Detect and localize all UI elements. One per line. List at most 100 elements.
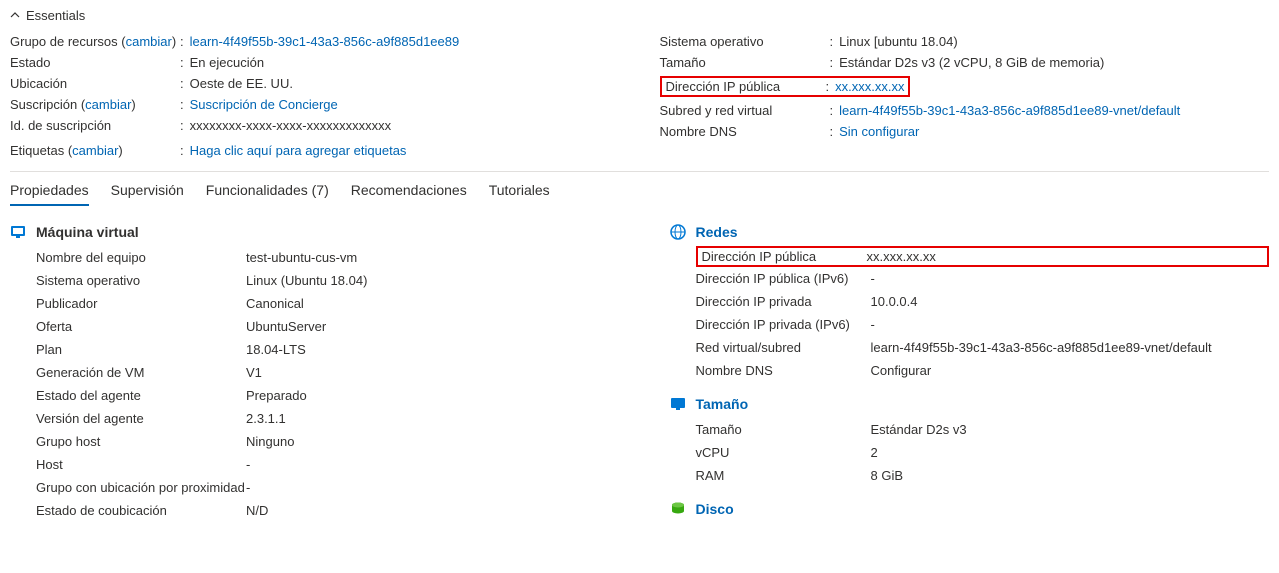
vm-section-header: Máquina virtual xyxy=(10,224,610,240)
net-dns-label: Nombre DNS xyxy=(696,363,871,378)
plan-row: Plan18.04-LTS xyxy=(10,338,610,361)
public-ip-value[interactable]: xx.xxx.xx.xx xyxy=(835,79,904,94)
computer-name-value: test-ubuntu-cus-vm xyxy=(246,250,610,265)
tabs: Propiedades Supervisión Funcionalidades … xyxy=(10,172,1269,206)
tab-recommendations[interactable]: Recomendaciones xyxy=(351,182,467,206)
subscription-id-row: Id. de suscripción : xxxxxxxx-xxxx-xxxx-… xyxy=(10,115,620,136)
net-private-ip-v6-row: Dirección IP privada (IPv6)- xyxy=(670,313,1270,336)
net-public-ip-row: Dirección IP pública xx.xxx.xx.xx xyxy=(670,246,1270,267)
offer-label: Oferta xyxy=(36,319,246,334)
public-ip-label: Dirección IP pública xyxy=(666,79,826,94)
essentials-toggle[interactable]: Essentials xyxy=(10,8,1269,27)
subscription-row: Suscripción (cambiar) : Suscripción de C… xyxy=(10,94,620,115)
host-value: - xyxy=(246,457,610,472)
network-section-header: Redes xyxy=(670,224,1270,240)
essentials-panel: Grupo de recursos (cambiar) : learn-4f49… xyxy=(10,27,1269,167)
agent-state-label: Estado del agente xyxy=(36,388,246,403)
host-group-row: Grupo hostNinguno xyxy=(10,430,610,453)
tab-tutorials[interactable]: Tutoriales xyxy=(489,182,550,206)
agent-version-label: Versión del agente xyxy=(36,411,246,426)
size-value: Estándar D2s v3 (2 vCPU, 8 GiB de memori… xyxy=(839,55,1269,70)
disk-icon xyxy=(670,501,686,517)
size-section-title[interactable]: Tamaño xyxy=(696,396,749,412)
os-label: Sistema operativo xyxy=(660,34,830,49)
vm-gen-value: V1 xyxy=(246,365,610,380)
net-vnet-subnet-row: Red virtual/subredlearn-4f49f55b-39c1-43… xyxy=(670,336,1270,359)
colocation-status-label: Estado de coubicación xyxy=(36,503,246,518)
os-value: Linux [ubuntu 18.04) xyxy=(839,34,1269,49)
resource-group-change-link[interactable]: cambiar xyxy=(126,34,172,49)
network-icon xyxy=(670,224,686,240)
subscription-value[interactable]: Suscripción de Concierge xyxy=(190,97,620,112)
proximity-group-label: Grupo con ubicación por proximidad xyxy=(36,480,246,495)
tags-change-link[interactable]: cambiar xyxy=(72,143,118,158)
vm-gen-label: Generación de VM xyxy=(36,365,246,380)
tab-capabilities[interactable]: Funcionalidades (7) xyxy=(206,182,329,206)
vm-os-row: Sistema operativoLinux (Ubuntu 18.04) xyxy=(10,269,610,292)
tab-properties[interactable]: Propiedades xyxy=(10,182,89,206)
status-label: Estado xyxy=(10,55,180,70)
publisher-row: PublicadorCanonical xyxy=(10,292,610,315)
colocation-status-value: N/D xyxy=(246,503,610,518)
resource-group-value[interactable]: learn-4f49f55b-39c1-43a3-856c-a9f885d1ee… xyxy=(190,34,620,49)
sz-ram-row: RAM8 GiB xyxy=(670,464,1270,487)
size-row: Tamaño : Estándar D2s v3 (2 vCPU, 8 GiB … xyxy=(660,52,1270,73)
disk-section-header: Disco xyxy=(670,501,1270,517)
publisher-label: Publicador xyxy=(36,296,246,311)
essentials-right-column: Sistema operativo : Linux [ubuntu 18.04)… xyxy=(660,31,1270,161)
essentials-left-column: Grupo de recursos (cambiar) : learn-4f49… xyxy=(10,31,620,161)
subscription-id-label: Id. de suscripción xyxy=(10,118,180,133)
vm-section-title: Máquina virtual xyxy=(36,224,139,240)
resource-group-label: Grupo de recursos xyxy=(10,34,118,49)
public-ip-row: Dirección IP pública : xx.xxx.xx.xx xyxy=(660,73,1270,100)
proximity-group-row: Grupo con ubicación por proximidad- xyxy=(10,476,610,499)
subnet-vnet-row: Subred y red virtual : learn-4f49f55b-39… xyxy=(660,100,1270,121)
host-group-value[interactable]: Ninguno xyxy=(246,434,610,449)
net-private-ip-v6-value: - xyxy=(871,317,1270,332)
sz-vcpu-row: vCPU2 xyxy=(670,441,1270,464)
plan-value: 18.04-LTS xyxy=(246,342,610,357)
vm-icon xyxy=(10,224,26,240)
location-label: Ubicación xyxy=(10,76,180,91)
os-row: Sistema operativo : Linux [ubuntu 18.04) xyxy=(660,31,1270,52)
net-public-ip-label: Dirección IP pública xyxy=(702,249,867,264)
subscription-label: Suscripción xyxy=(10,97,77,112)
subscription-change-link[interactable]: cambiar xyxy=(85,97,131,112)
properties-right: Redes Dirección IP pública xx.xxx.xx.xx … xyxy=(670,224,1270,523)
net-private-ip-v6-label: Dirección IP privada (IPv6) xyxy=(696,317,871,332)
size-label: Tamaño xyxy=(660,55,830,70)
proximity-group-value: - xyxy=(246,480,610,495)
dns-value[interactable]: Sin configurar xyxy=(839,124,1269,139)
net-vnet-subnet-value[interactable]: learn-4f49f55b-39c1-43a3-856c-a9f885d1ee… xyxy=(871,340,1270,355)
net-public-ip-value[interactable]: xx.xxx.xx.xx xyxy=(867,249,1264,264)
net-public-ip-v6-label: Dirección IP pública (IPv6) xyxy=(696,271,871,286)
net-public-ip-v6-value: - xyxy=(871,271,1270,286)
computer-name-label: Nombre del equipo xyxy=(36,250,246,265)
size-section-header: Tamaño xyxy=(670,396,1270,412)
net-dns-value[interactable]: Configurar xyxy=(871,363,1270,378)
dns-label: Nombre DNS xyxy=(660,124,830,139)
host-label: Host xyxy=(36,457,246,472)
agent-version-value: 2.3.1.1 xyxy=(246,411,610,426)
plan-label: Plan xyxy=(36,342,246,357)
location-value: Oeste de EE. UU. xyxy=(190,76,620,91)
size-icon xyxy=(670,396,686,412)
agent-state-row: Estado del agentePreparado xyxy=(10,384,610,407)
status-value: En ejecución xyxy=(190,55,620,70)
subnet-vnet-value[interactable]: learn-4f49f55b-39c1-43a3-856c-a9f885d1ee… xyxy=(839,103,1269,118)
sz-ram-value: 8 GiB xyxy=(871,468,1270,483)
tags-label: Etiquetas xyxy=(10,143,64,158)
network-section-title[interactable]: Redes xyxy=(696,224,738,240)
chevron-up-icon xyxy=(10,9,20,23)
disk-section-title[interactable]: Disco xyxy=(696,501,734,517)
sz-ram-label: RAM xyxy=(696,468,871,483)
host-row: Host- xyxy=(10,453,610,476)
net-private-ip-label: Dirección IP privada xyxy=(696,294,871,309)
offer-row: OfertaUbuntuServer xyxy=(10,315,610,338)
vm-os-value: Linux (Ubuntu 18.04) xyxy=(246,273,610,288)
sz-size-value: Estándar D2s v3 xyxy=(871,422,1270,437)
vm-os-label: Sistema operativo xyxy=(36,273,246,288)
tab-monitoring[interactable]: Supervisión xyxy=(111,182,184,206)
colocation-status-row: Estado de coubicaciónN/D xyxy=(10,499,610,522)
tags-add-link[interactable]: Haga clic aquí para agregar etiquetas xyxy=(190,143,620,158)
